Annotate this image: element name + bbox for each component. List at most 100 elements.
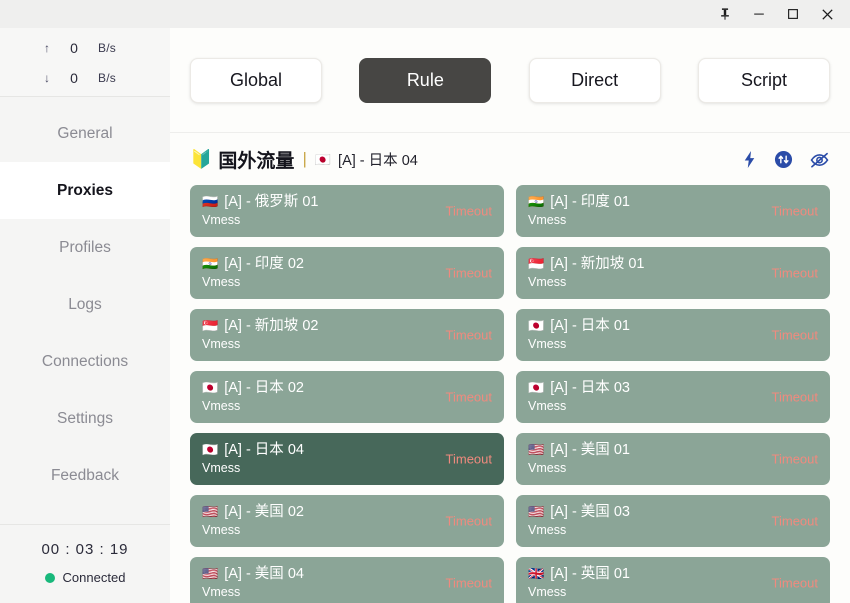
proxy-flag-icon: 🇷🇺 xyxy=(202,194,219,210)
proxy-latency-label: Timeout xyxy=(771,513,818,529)
proxy-latency-label: Timeout xyxy=(445,513,492,529)
minimize-icon[interactable] xyxy=(742,0,776,28)
mode-button-label: Direct xyxy=(571,69,619,90)
sidebar-item-label: Logs xyxy=(68,295,102,313)
download-arrow-icon: ↓ xyxy=(44,71,50,85)
proxy-latency-label: Timeout xyxy=(771,389,818,405)
upload-arrow-icon: ↑ xyxy=(44,41,50,55)
proxy-latency-label: Timeout xyxy=(771,327,818,343)
proxy-name-label: [A] - 英国 01 xyxy=(550,565,630,582)
proxy-flag-icon: 🇯🇵 xyxy=(528,318,545,334)
proxy-card[interactable]: 🇷🇺 [A] - 俄罗斯 01 Vmess Timeout xyxy=(190,185,504,237)
sidebar-item-label: Profiles xyxy=(59,238,111,256)
mode-button-global[interactable]: Global xyxy=(190,57,322,103)
app-window: ↑ 0 B/s ↓ 0 B/s General Proxies Profiles Lo… xyxy=(0,0,850,603)
proxy-card[interactable]: 🇺🇸 [A] - 美国 01 Vmess Timeout xyxy=(516,433,830,485)
hide-eye-icon[interactable] xyxy=(809,150,830,169)
header-separator: | xyxy=(302,149,307,168)
sidebar-item-general[interactable]: General xyxy=(0,105,170,162)
mode-button-script[interactable]: Script xyxy=(697,57,830,103)
proxy-name-label: [A] - 印度 02 xyxy=(224,255,304,272)
proxy-latency-label: Timeout xyxy=(445,575,492,591)
proxy-latency-label: Timeout xyxy=(445,389,492,405)
proxy-flag-icon: 🇯🇵 xyxy=(202,380,219,396)
sidebar-item-label: Connections xyxy=(41,352,129,370)
proxy-card[interactable]: 🇸🇬 [A] - 新加坡 02 Vmess Timeout xyxy=(190,309,504,361)
title-bar xyxy=(0,0,850,28)
pin-icon[interactable] xyxy=(708,0,742,28)
proxy-latency-label: Timeout xyxy=(445,265,492,281)
sidebar-item-label: Proxies xyxy=(56,181,113,199)
proxy-latency-label: Timeout xyxy=(445,203,492,219)
proxy-card[interactable]: 🇺🇸 [A] - 美国 03 Vmess Timeout xyxy=(516,495,830,547)
proxy-latency-label: Timeout xyxy=(771,451,818,467)
sidebar-nav: General Proxies Profiles Logs Connections Set… xyxy=(0,97,170,504)
proxy-name-label: [A] - 日本 04 xyxy=(224,441,304,458)
current-node: 🇯🇵 [A] - 日本 04 xyxy=(315,149,418,170)
proxy-name-label: [A] - 日本 02 xyxy=(224,379,304,396)
proxy-flag-icon: 🇺🇸 xyxy=(202,504,219,520)
proxy-card[interactable]: 🇺🇸 [A] - 美国 04 Vmess Timeout xyxy=(190,557,504,603)
proxy-card[interactable]: 🇺🇸 [A] - 美国 02 Vmess Timeout xyxy=(190,495,504,547)
close-icon[interactable] xyxy=(810,0,844,28)
proxy-flag-icon: 🇯🇵 xyxy=(528,380,545,396)
maximize-icon[interactable] xyxy=(776,0,810,28)
mode-button-label: Rule xyxy=(406,69,444,90)
mode-button-label: Global xyxy=(229,69,283,90)
shield-badge-icon: 🔰 xyxy=(190,149,213,169)
sidebar-footer: 00 : 03 : 19 Connected xyxy=(0,524,170,603)
proxy-card[interactable]: 🇮🇳 [A] - 印度 02 Vmess Timeout xyxy=(190,247,504,299)
proxy-list-scroll[interactable]: 🇷🇺 [A] - 俄罗斯 01 Vmess Timeout 🇮🇳 [A] - 印度 01 V… xyxy=(170,185,850,603)
proxy-latency-label: Timeout xyxy=(445,451,492,467)
proxy-card[interactable]: 🇸🇬 [A] - 新加坡 01 Vmess Timeout xyxy=(516,247,830,299)
download-speed-unit: B/s xyxy=(98,71,116,85)
sidebar-item-label: General xyxy=(57,124,113,142)
speed-test-icon[interactable] xyxy=(741,150,758,169)
sidebar-item-proxies[interactable]: Proxies xyxy=(0,162,170,219)
proxy-grid: 🇷🇺 [A] - 俄罗斯 01 Vmess Timeout 🇮🇳 [A] - 印度 01 V… xyxy=(190,185,830,603)
proxy-name-label: [A] - 日本 01 xyxy=(550,317,630,334)
proxy-flag-icon: 🇸🇬 xyxy=(202,318,219,334)
mode-button-label: Script xyxy=(740,69,787,90)
sort-toggle-icon[interactable] xyxy=(774,150,793,169)
proxy-card[interactable]: 🇯🇵 [A] - 日本 01 Vmess Timeout xyxy=(516,309,830,361)
proxy-card[interactable]: 🇯🇵 [A] - 日本 04 Vmess Timeout xyxy=(190,433,504,485)
proxy-name-label: [A] - 美国 02 xyxy=(224,503,304,520)
current-node-flag-icon: 🇯🇵 xyxy=(314,151,332,167)
proxy-name-label: [A] - 日本 03 xyxy=(550,379,630,396)
proxy-flag-icon: 🇬🇧 xyxy=(528,566,545,582)
proxy-group-header: 🔰 国外流量 | 🇯🇵 [A] - 日本 04 xyxy=(170,133,850,185)
upload-speed-value: 0 xyxy=(70,40,78,56)
sidebar-item-settings[interactable]: Settings xyxy=(0,390,170,447)
proxy-name-label: [A] - 美国 04 xyxy=(224,565,304,582)
sidebar-item-feedback[interactable]: Feedback xyxy=(0,447,170,504)
proxy-latency-label: Timeout xyxy=(445,327,492,343)
proxy-name-label: [A] - 印度 01 xyxy=(550,193,630,210)
mode-button-direct[interactable]: Direct xyxy=(528,57,661,103)
proxy-flag-icon: 🇮🇳 xyxy=(528,194,545,210)
proxy-latency-label: Timeout xyxy=(771,203,818,219)
uptime-timer: 00 : 03 : 19 xyxy=(41,541,129,558)
proxy-card[interactable]: 🇯🇵 [A] - 日本 02 Vmess Timeout xyxy=(190,371,504,423)
window-body: ↑ 0 B/s ↓ 0 B/s General Proxies Profiles Lo… xyxy=(0,28,850,603)
proxy-flag-icon: 🇮🇳 xyxy=(202,256,219,272)
proxy-card[interactable]: 🇯🇵 [A] - 日本 03 Vmess Timeout xyxy=(516,371,830,423)
mode-button-rule[interactable]: Rule xyxy=(359,57,492,103)
status-dot-icon xyxy=(44,572,55,583)
proxy-name-label: [A] - 新加坡 02 xyxy=(224,317,319,334)
proxy-name-label: [A] - 新加坡 01 xyxy=(550,255,645,272)
proxy-flag-icon: 🇺🇸 xyxy=(528,504,545,520)
sidebar-item-logs[interactable]: Logs xyxy=(0,276,170,333)
proxy-card[interactable]: 🇬🇧 [A] - 英国 01 Vmess Timeout xyxy=(516,557,830,603)
proxy-flag-icon: 🇺🇸 xyxy=(202,566,219,582)
connection-status: Connected xyxy=(44,570,125,585)
group-actions xyxy=(741,150,830,169)
sidebar-item-connections[interactable]: Connections xyxy=(0,333,170,390)
proxy-name-label: [A] - 俄罗斯 01 xyxy=(224,193,319,210)
proxy-latency-label: Timeout xyxy=(771,575,818,591)
proxy-group-title: 🔰 国外流量 xyxy=(190,146,294,173)
main-content: Global Rule Direct Script 🔰 国外流量 | 🇯🇵 [A] -… xyxy=(170,28,850,603)
sidebar-item-profiles[interactable]: Profiles xyxy=(0,219,170,276)
proxy-card[interactable]: 🇮🇳 [A] - 印度 01 Vmess Timeout xyxy=(516,185,830,237)
sidebar-item-label: Settings xyxy=(56,409,113,427)
